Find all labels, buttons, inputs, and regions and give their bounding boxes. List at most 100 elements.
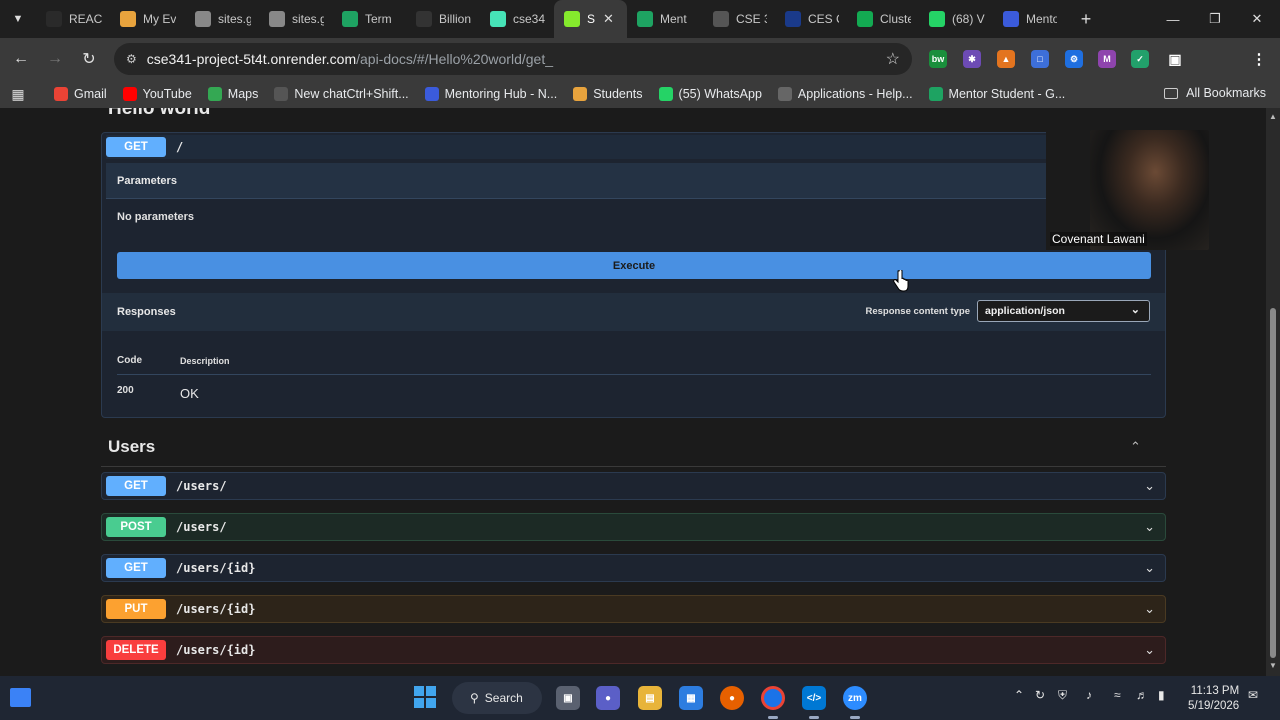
tab[interactable]: Ment xyxy=(627,0,703,38)
operation-path: /users/{id} xyxy=(176,561,256,575)
bookmark-item[interactable]: (55) WhatsApp xyxy=(658,87,762,101)
address-bar[interactable]: ⚙ cse341-project-5t4t.onrender.com/api-d… xyxy=(114,43,912,75)
bookmark-label: New chatCtrl+Shift... xyxy=(294,87,409,101)
operation-put[interactable]: PUT/users/{id} ⌄ xyxy=(101,595,1166,623)
tab[interactable]: Billion xyxy=(406,0,480,38)
bookmark-item[interactable]: Students xyxy=(573,87,643,101)
method-badge: DELETE xyxy=(106,640,166,660)
bookmark-star-icon[interactable]: ☆ xyxy=(886,49,900,69)
extension-rocket-icon[interactable]: ▲ xyxy=(997,50,1015,68)
toolbar: ← → ↻ ⚙ cse341-project-5t4t.onrender.com… xyxy=(0,38,1280,80)
chrome-icon[interactable] xyxy=(761,686,785,710)
tab[interactable]: sites.g xyxy=(185,0,259,38)
notification-bell-icon[interactable]: ✉ xyxy=(1248,688,1258,702)
new-tab-button[interactable]: + xyxy=(1071,9,1101,30)
tab[interactable]: Mento xyxy=(993,0,1065,38)
tab-label: CES C xyxy=(808,12,839,26)
tab[interactable]: CES C xyxy=(775,0,847,38)
windows-start-icon[interactable] xyxy=(414,686,436,708)
scroll-up-icon[interactable]: ▲ xyxy=(1269,112,1277,121)
tab-label: Billion xyxy=(439,12,472,26)
tab[interactable]: Cluste xyxy=(847,0,919,38)
clock[interactable]: 11:13 PM 5/19/2026 xyxy=(1188,684,1239,714)
mentoring-icon xyxy=(424,87,439,101)
battery-icon[interactable]: ▮ xyxy=(1158,688,1165,702)
teams-icon[interactable]: ● xyxy=(596,686,620,710)
extension-bw-icon[interactable]: bw xyxy=(929,50,947,68)
content-type-select[interactable]: application/json ⌄ xyxy=(977,300,1150,322)
scroll-down-icon[interactable]: ▼ xyxy=(1269,661,1277,670)
tab-search-chevron-icon[interactable]: ▼ xyxy=(0,0,36,38)
operation-post[interactable]: POST/users/ ⌄ xyxy=(101,513,1166,541)
response-description: OK xyxy=(180,386,199,401)
minimize-icon[interactable]: — xyxy=(1152,0,1194,38)
firefox-icon[interactable]: ● xyxy=(720,686,744,710)
microphone-icon[interactable]: ♪ xyxy=(1086,688,1092,702)
back-icon[interactable]: ← xyxy=(4,42,38,76)
shield-icon[interactable]: ⛨ xyxy=(1058,688,1067,703)
people-icon xyxy=(573,87,588,101)
users-section-title[interactable]: Users xyxy=(108,437,155,457)
page-scrollbar[interactable]: ▲ ▼ xyxy=(1266,108,1280,676)
hello-world-section-title[interactable]: Hello world xyxy=(108,108,210,120)
chevron-down-icon[interactable]: ⌄ xyxy=(1144,601,1155,617)
close-window-icon[interactable]: ✕ xyxy=(1236,0,1278,38)
bookmark-item[interactable]: Applications - Help... xyxy=(777,87,913,101)
tab[interactable]: CSE 3 xyxy=(703,0,775,38)
forward-icon[interactable]: → xyxy=(38,42,72,76)
taskbar-search[interactable]: ⚲ Search xyxy=(452,682,542,714)
file-explorer-icon[interactable]: ▤ xyxy=(638,686,662,710)
chevron-up-icon[interactable]: ⌃ xyxy=(1130,439,1141,455)
restore-icon[interactable]: ❐ xyxy=(1194,0,1236,38)
show-hidden-icons-icon[interactable]: ⌃ xyxy=(1014,688,1024,702)
tab[interactable]: (68) V xyxy=(919,0,993,38)
task-view-icon[interactable]: ▣ xyxy=(556,686,580,710)
chevron-down-icon[interactable]: ⌄ xyxy=(1144,478,1155,494)
method-badge: GET xyxy=(106,558,166,578)
operation-get[interactable]: GET/users/{id} ⌄ xyxy=(101,554,1166,582)
extensions-puzzle-icon[interactable]: ▣ xyxy=(1166,50,1184,68)
operation-get[interactable]: GET/users/ ⌄ xyxy=(101,472,1166,500)
extension-m-icon[interactable]: M xyxy=(1098,50,1116,68)
apps-grid-icon[interactable]: ▦ xyxy=(0,86,36,103)
sync-icon[interactable]: ↻ xyxy=(1035,688,1045,702)
bookmark-item[interactable]: Gmail xyxy=(54,87,107,101)
volume-icon[interactable]: ♬ xyxy=(1136,688,1148,702)
chevron-down-icon[interactable]: ⌄ xyxy=(1144,519,1155,535)
tab[interactable]: REAC xyxy=(36,0,110,38)
bookmark-item[interactable]: Maps xyxy=(207,87,258,101)
bookmark-item[interactable]: Mentoring Hub - N... xyxy=(424,87,557,101)
tab[interactable]: My Ev xyxy=(110,0,185,38)
wifi-icon[interactable]: ≈ xyxy=(1114,688,1121,702)
extension-gear-icon[interactable]: ✱ xyxy=(963,50,981,68)
url-path: /api-docs/#/Hello%20world/get_ xyxy=(356,51,553,67)
tab[interactable]: cse34 xyxy=(480,0,554,38)
bookmark-label: Students xyxy=(593,87,643,101)
scroll-thumb[interactable] xyxy=(1270,308,1276,658)
bookmark-item[interactable]: Mentor Student - G... xyxy=(928,87,1065,101)
chevron-down-icon[interactable]: ⌄ xyxy=(1144,642,1155,658)
extension-check-icon[interactable]: ✓ xyxy=(1131,50,1149,68)
tab[interactable]: sites.g xyxy=(259,0,332,38)
ces-icon xyxy=(785,11,801,27)
menu-kebab-icon[interactable]: ⋮ xyxy=(1250,50,1268,68)
widgets-icon[interactable] xyxy=(10,688,31,707)
bookmark-item[interactable]: New chatCtrl+Shift... xyxy=(274,87,409,101)
all-bookmarks-button[interactable]: All Bookmarks xyxy=(1164,86,1266,100)
execute-button[interactable]: Execute xyxy=(117,252,1151,279)
tab[interactable]: S ✕ xyxy=(554,0,627,38)
vscode-icon[interactable]: </> xyxy=(802,686,826,710)
site-info-icon[interactable]: ⚙ xyxy=(126,52,137,66)
tab[interactable]: Term xyxy=(332,0,406,38)
close-tab-icon[interactable]: ✕ xyxy=(603,11,614,27)
extension-cog-icon[interactable]: ⚙ xyxy=(1065,50,1083,68)
openai-icon xyxy=(46,11,62,27)
operation-summary[interactable]: GET / xyxy=(106,135,1046,159)
operation-delete[interactable]: DELETE/users/{id} ⌄ xyxy=(101,636,1166,664)
zoom-icon[interactable]: zm xyxy=(843,686,867,710)
reload-icon[interactable]: ↻ xyxy=(72,42,106,76)
chevron-down-icon[interactable]: ⌄ xyxy=(1144,560,1155,576)
store-icon[interactable]: ▦ xyxy=(679,686,703,710)
extension-doc-icon[interactable]: □ xyxy=(1031,50,1049,68)
bookmark-item[interactable]: YouTube xyxy=(122,87,192,101)
